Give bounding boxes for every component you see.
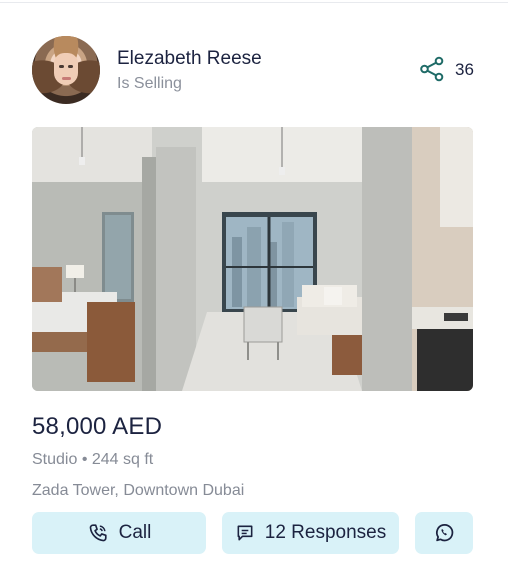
seller-status: Is Selling (117, 75, 182, 92)
responses-button[interactable]: 12 Responses (222, 512, 399, 554)
phone-icon (89, 524, 107, 542)
message-icon (237, 525, 253, 541)
listing-meta: Studio • 244 sq ft (32, 451, 154, 468)
whatsapp-icon (435, 524, 454, 542)
share-count: 36 (455, 60, 474, 79)
whatsapp-button[interactable] (415, 512, 473, 554)
listing-location: Zada Tower, Downtown Dubai (32, 482, 245, 499)
listing-price: 58,000 AED (32, 413, 163, 440)
seller-name[interactable]: Elezabeth Reese (117, 48, 262, 70)
call-label: Call (118, 522, 152, 543)
seller-avatar[interactable] (32, 36, 100, 104)
responses-label: 12 Responses (264, 522, 387, 543)
top-divider (0, 2, 508, 3)
listing-photo[interactable] (32, 127, 473, 391)
share-icon[interactable] (419, 56, 445, 82)
call-button[interactable]: Call (32, 512, 206, 554)
